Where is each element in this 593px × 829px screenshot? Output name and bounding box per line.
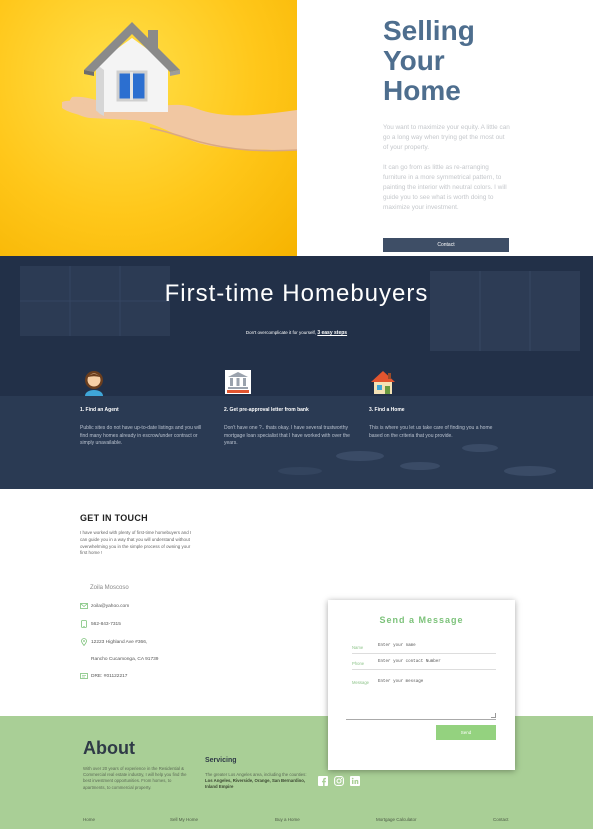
contact-phone[interactable]: 562-843-7315 bbox=[91, 622, 121, 627]
footer-nav-sell[interactable]: Sell My Home bbox=[170, 817, 198, 822]
homebuyers-title: First-time Homebuyers bbox=[164, 280, 429, 307]
id-card-icon bbox=[80, 673, 88, 679]
servicing-title: Servicing bbox=[205, 757, 237, 764]
hero-title: Selling Your Home bbox=[383, 16, 583, 106]
hero-text-panel: Selling Your Home You want to maximize y… bbox=[297, 0, 593, 256]
footer-nav-home[interactable]: Home bbox=[83, 817, 95, 822]
hero-section: Selling Your Home You want to maximize y… bbox=[0, 0, 593, 256]
subtitle-text: Don't overcomplicate it for yourself, bbox=[245, 330, 317, 335]
footer-nav-mortgage[interactable]: Mortgage Calculator bbox=[376, 817, 417, 822]
message-label: Message bbox=[352, 680, 369, 685]
name-field[interactable]: Name Enter your name bbox=[352, 642, 496, 654]
agent-icon bbox=[85, 371, 103, 396]
name-label: Name bbox=[352, 645, 364, 650]
form-title: Send a Message bbox=[379, 615, 464, 625]
hero-title-line: Your bbox=[383, 45, 445, 76]
page: Selling Your Home You want to maximize y… bbox=[0, 0, 593, 829]
location-pin-icon bbox=[81, 638, 87, 646]
bank-icon bbox=[225, 370, 251, 394]
hero-title-line: Selling bbox=[383, 15, 475, 46]
send-button[interactable]: Send bbox=[436, 725, 496, 740]
instagram-icon[interactable] bbox=[334, 776, 344, 786]
phone-icon bbox=[81, 620, 87, 628]
step-description: This is where you let us take care of fi… bbox=[369, 425, 493, 439]
contact-dre: DRE: #01122217 bbox=[91, 674, 128, 679]
step-title: 2. Get pre-approval letter from bank bbox=[224, 407, 309, 413]
phone-label: Phone bbox=[352, 661, 365, 666]
step-find-agent: 1. Find an Agent Public sites do not hav… bbox=[80, 368, 208, 448]
contact-button[interactable]: Contact bbox=[383, 238, 509, 252]
hero-paragraph-2: It can go from as little as re-arranging… bbox=[383, 164, 507, 211]
footer-nav-contact[interactable]: Contact bbox=[493, 817, 509, 822]
message-textarea[interactable]: Enter your message bbox=[378, 680, 423, 684]
name-input[interactable]: Enter your name bbox=[378, 644, 416, 648]
envelope-icon bbox=[80, 603, 88, 609]
step-description: Public sites do not have up-to-date list… bbox=[80, 425, 202, 446]
contact-address-line2: Rancho Cucamonga, CA 91739 bbox=[91, 657, 159, 662]
hero-paragraph-1: You want to maximize your equity. A litt… bbox=[383, 124, 510, 151]
step-title: 3. Find a Home bbox=[369, 407, 405, 413]
home-icon bbox=[371, 371, 395, 394]
facebook-icon[interactable] bbox=[318, 776, 328, 786]
servicing-counties: Los Angeles, Riverside, Orange, San Bern… bbox=[205, 778, 306, 790]
footer-nav-buy[interactable]: Buy a Home bbox=[275, 817, 300, 822]
send-message-form: Send a Message Name Enter your name Phon… bbox=[328, 600, 515, 770]
step-description: Don't have one ?.. thats okay. I have se… bbox=[224, 425, 350, 446]
linkedin-icon[interactable] bbox=[350, 776, 360, 786]
phone-field[interactable]: Phone Enter your contact Number bbox=[352, 658, 496, 670]
resize-handle-icon[interactable] bbox=[491, 713, 496, 718]
get-in-touch-description: I have worked with plenty of first-time … bbox=[80, 530, 192, 556]
contact-name: Zoila Moscoso bbox=[90, 585, 129, 591]
hero-title-line: Home bbox=[383, 75, 461, 106]
contact-address-line1: 12223 Highland Ave #366, bbox=[91, 640, 148, 645]
step-find-home: 3. Find a Home This is where you let us … bbox=[369, 368, 497, 440]
contact-email[interactable]: zoila@yahoo.com bbox=[91, 604, 129, 609]
about-text: With over 20 years of experience in the … bbox=[83, 766, 187, 790]
easy-steps-link[interactable]: 3 easy steps bbox=[317, 330, 347, 336]
servicing-prefix: The greater Los Angeles area, including … bbox=[205, 772, 307, 777]
phone-input[interactable]: Enter your contact Number bbox=[378, 660, 441, 664]
message-field[interactable]: Message Enter your message bbox=[346, 680, 496, 720]
get-in-touch-title: GET IN TOUCH bbox=[80, 513, 148, 523]
step-title: 1. Find an Agent bbox=[80, 407, 119, 413]
step-pre-approval: 2. Get pre-approval letter from bank Don… bbox=[224, 368, 352, 448]
homebuyers-subtitle: Don't overcomplicate it for yourself, 3 … bbox=[0, 330, 593, 336]
house-in-hand-illustration bbox=[62, 22, 297, 152]
about-title: About bbox=[83, 738, 135, 758]
hero-image-house-in-hand bbox=[0, 0, 297, 256]
homebuyers-section: First-time Homebuyers Don't overcomplica… bbox=[0, 256, 593, 489]
servicing-text: The greater Los Angeles area, including … bbox=[205, 772, 310, 791]
